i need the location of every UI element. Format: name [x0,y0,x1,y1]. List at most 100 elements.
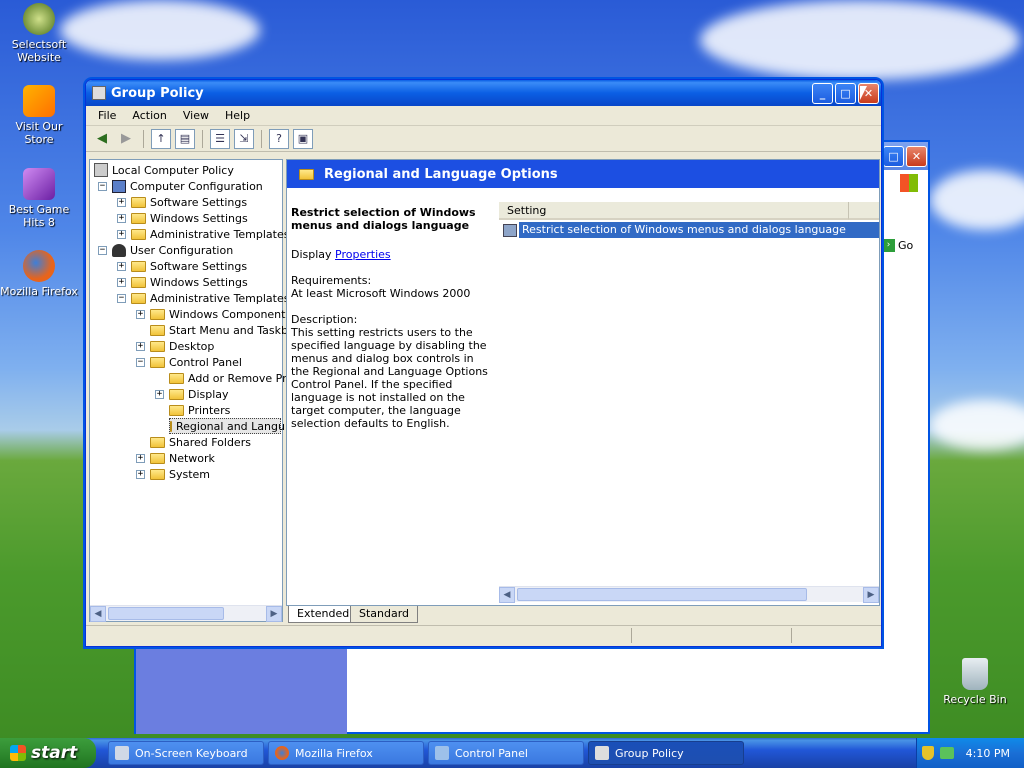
tree-item[interactable]: Printers [169,402,230,418]
cloud [60,0,260,60]
tree-item[interactable]: + Software Settings [117,258,247,274]
security-shield-icon[interactable] [921,746,934,760]
settings-list[interactable]: Setting Restrict selection of Windows me… [499,202,879,605]
maximize-button[interactable]: □ [835,83,856,104]
scroll-right-icon[interactable]: ▶ [863,587,879,603]
up-folder-icon[interactable]: ↑ [151,128,171,149]
tree-item[interactable]: + Display [155,386,229,402]
desktop-icon-firefox[interactable]: Mozilla Firefox [0,250,78,298]
menu-action[interactable]: Action [124,109,174,122]
scroll-thumb[interactable] [517,588,807,601]
expand-icon[interactable]: + [155,389,164,399]
desktop-icon-selectsoft[interactable]: Selectsoft Website [0,3,78,64]
task-group-policy[interactable]: Group Policy [588,741,744,765]
group-policy-window[interactable]: Group Policy _ □ ✕ File Action View Help… [85,79,882,647]
windows-flag-icon [10,745,26,761]
tree-item[interactable]: − Control Panel [136,354,242,370]
task-mozilla-firefox[interactable]: Mozilla Firefox [268,741,424,765]
task-control-panel[interactable]: Control Panel [428,741,584,765]
view-icon[interactable]: ▣ [293,128,313,149]
details-pane: Regional and Language Options Restrict s… [286,159,880,606]
tree-horizontal-scrollbar[interactable]: ◀ ▶ [90,605,282,622]
expand-icon[interactable]: + [136,341,145,351]
desktop-icon-label: Mozilla Firefox [0,285,78,298]
folder-icon [131,212,146,224]
tree-item-selected[interactable]: Regional and Langu [169,418,285,434]
desktop-icon-recycle-bin[interactable]: Recycle Bin [936,658,1014,706]
collapse-icon[interactable]: − [98,181,107,191]
task-on-screen-keyboard[interactable]: On-Screen Keyboard [108,741,264,765]
expand-icon[interactable]: + [136,309,145,319]
help-icon[interactable]: ? [269,128,289,149]
tree-item[interactable]: + Desktop [136,338,214,354]
menu-file[interactable]: File [90,109,124,122]
mouse-cursor-icon [860,86,867,100]
tree-item[interactable]: + Windows Components [136,306,291,322]
properties-icon[interactable]: ☰ [210,128,230,149]
tree-item-root[interactable]: Local Computer Policy [94,162,234,178]
description-label: Description: [291,313,358,326]
forward-arrow-icon[interactable]: ▶ [116,129,136,149]
tree-item[interactable]: Add or Remove Pro [169,370,293,386]
expand-icon[interactable]: + [117,261,126,271]
expand-icon[interactable]: + [136,469,145,479]
folder-icon [131,292,146,304]
tree-item[interactable]: + Windows Settings [117,210,248,226]
properties-link[interactable]: Properties [335,248,391,261]
close-icon[interactable]: ✕ [906,146,927,167]
go-button[interactable]: › Go [882,236,926,254]
expand-icon[interactable]: + [117,213,126,223]
maximize-icon[interactable]: □ [883,146,904,167]
desktop-icon-store[interactable]: Visit Our Store [0,85,78,146]
menu-help[interactable]: Help [217,109,258,122]
recycle-bin-icon [962,658,988,690]
network-icon[interactable] [939,747,954,759]
column-header-setting[interactable]: Setting [499,202,849,220]
expand-icon[interactable]: + [136,453,145,463]
toolbar: ◀ ▶ ↑ ▤ ☰ ⇲ ? ▣ [86,126,881,152]
scroll-right-icon[interactable]: ▶ [266,606,282,622]
setting-row[interactable]: Restrict selection of Windows menus and … [503,222,879,238]
back-arrow-icon[interactable]: ◀ [92,129,112,149]
description-text: This setting restricts users to the spec… [291,326,488,430]
titlebar[interactable]: Group Policy [86,80,881,106]
desktop-icon-label: Best Game Hits 8 [8,203,70,229]
tree-item[interactable]: + Software Settings [117,194,247,210]
start-button[interactable]: start [0,738,96,768]
tab-standard[interactable]: Standard [350,606,419,623]
folder-icon [131,196,146,208]
tree-item[interactable]: − Administrative Templates [117,290,290,306]
menu-view[interactable]: View [175,109,217,122]
clock[interactable]: 4:10 PM [966,747,1010,760]
tree-item[interactable]: + System [136,466,210,482]
tab-extended[interactable]: Extended [288,606,359,623]
show-hide-tree-icon[interactable]: ▤ [175,128,195,149]
tree-pane[interactable]: Local Computer Policy − Computer Configu… [89,159,295,622]
tree-item[interactable]: Start Menu and Taskba [150,322,295,338]
export-list-icon[interactable]: ⇲ [234,128,254,149]
scroll-left-icon[interactable]: ◀ [90,606,106,622]
folder-icon [131,260,146,272]
collapse-icon[interactable]: − [136,357,145,367]
collapse-icon[interactable]: − [98,245,107,255]
firefox-icon [23,250,55,282]
minimize-button[interactable]: _ [812,83,833,104]
minimize-icon: _ [819,87,826,100]
cloud [930,170,1024,230]
collapse-icon[interactable]: − [117,293,126,303]
folder-icon [150,468,165,480]
expand-icon[interactable]: + [117,277,126,287]
desktop-icon-game[interactable]: Best Game Hits 8 [0,168,78,229]
tree-item-computer-config[interactable]: − Computer Configuration [98,178,263,194]
tree-item[interactable]: + Network [136,450,215,466]
tree-item[interactable]: + Administrative Templates [117,226,290,242]
scroll-left-icon[interactable]: ◀ [499,587,515,603]
expand-icon[interactable]: + [117,197,126,207]
tree-item[interactable]: + Windows Settings [117,274,248,290]
expand-icon[interactable]: + [117,229,126,239]
folder-icon [150,340,165,352]
tree-item-user-config[interactable]: − User Configuration [98,242,233,258]
tree-item[interactable]: Shared Folders [150,434,251,450]
list-horizontal-scrollbar[interactable]: ◀ ▶ [499,586,879,603]
scroll-thumb[interactable] [108,607,224,620]
